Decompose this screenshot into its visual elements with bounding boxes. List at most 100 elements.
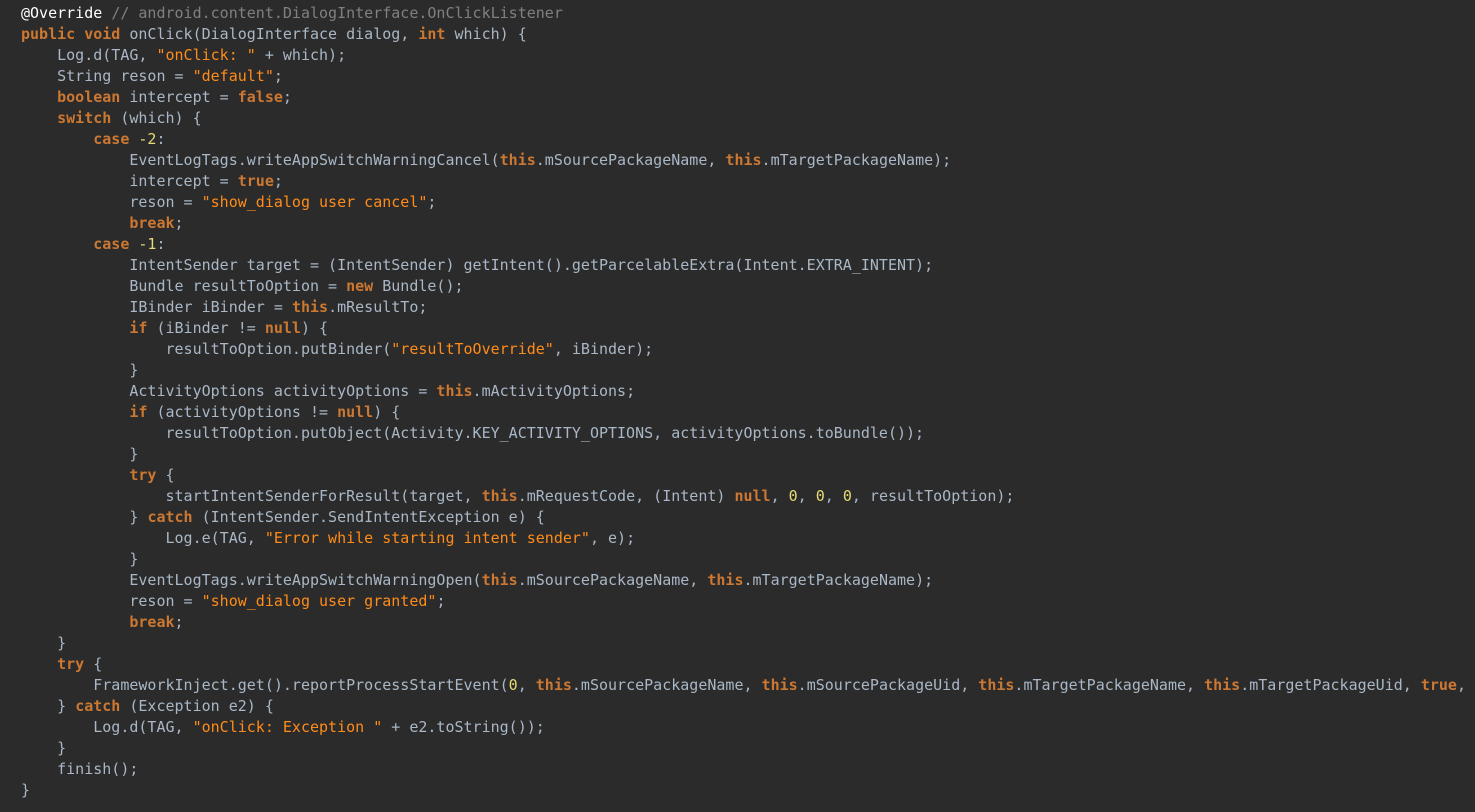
code-line: resultToOption.putObject(Activity.KEY_AC…: [21, 423, 1475, 444]
keyword-token: break: [129, 214, 175, 232]
code-text: .mRequestCode, (Intent): [517, 487, 735, 505]
code-text: .mActivityOptions;: [472, 382, 636, 400]
code-line: intercept = true;: [21, 171, 1475, 192]
keyword-token: this: [1204, 676, 1241, 694]
code-line: String reson = "default";: [21, 66, 1475, 87]
code-text: ,: [797, 487, 816, 505]
keyword-token: this: [291, 298, 329, 316]
code-line: reson = "show_dialog user granted";: [21, 591, 1475, 612]
code-line: case -2:: [21, 129, 1475, 150]
code-text: ) {: [300, 319, 329, 337]
code-line: switch (which) {: [21, 108, 1475, 129]
number-literal: 0: [815, 487, 825, 505]
code-text: EventLogTags.writeAppSwitchWarningCancel…: [21, 151, 500, 169]
code-text: intercept =: [120, 88, 238, 106]
code-text: }: [21, 361, 139, 379]
code-text: Log.d(TAG,: [21, 46, 157, 64]
code-text: resultToOption.putObject(Activity.KEY_AC…: [21, 424, 925, 442]
string-literal: "resultToOverride": [391, 340, 554, 358]
code-text: }: [21, 739, 67, 757]
code-line: }: [21, 780, 1475, 801]
code-text: intercept =: [21, 172, 238, 190]
code-text: Bundle resultToOption =: [21, 277, 347, 295]
code-editor[interactable]: @Override // android.content.DialogInter…: [0, 0, 1475, 812]
code-text: ;: [436, 592, 446, 610]
code-block: @Override // android.content.DialogInter…: [21, 3, 1475, 801]
comment-token: // android.content.DialogInterface.OnCli…: [111, 4, 563, 22]
keyword-token: try: [129, 466, 157, 484]
code-text: ;: [282, 88, 292, 106]
code-text: }: [21, 508, 148, 526]
string-literal: "default": [192, 67, 274, 85]
code-line: Log.d(TAG, "onClick: " + which);: [21, 45, 1475, 66]
string-literal: "onClick: ": [156, 46, 256, 64]
code-text: which) {: [445, 25, 527, 43]
code-text: }: [21, 634, 67, 652]
code-line: reson = "show_dialog user cancel";: [21, 192, 1475, 213]
code-line: } catch (Exception e2) {: [21, 696, 1475, 717]
keyword-token: this: [761, 676, 798, 694]
code-text: .mTargetPackageUid,: [1240, 676, 1421, 694]
keyword-token: null: [264, 319, 301, 337]
code-text: , resultToOption);: [851, 487, 1015, 505]
code-text: ,: [824, 487, 843, 505]
code-line: IBinder iBinder = this.mResultTo;: [21, 297, 1475, 318]
keyword-token: catch: [147, 508, 193, 526]
keyword-token: true: [1420, 676, 1457, 694]
code-line: Log.d(TAG, "onClick: Exception " + e2.to…: [21, 717, 1475, 738]
keyword-token: boolean: [57, 88, 121, 106]
code-text: EventLogTags.writeAppSwitchWarningOpen(: [21, 571, 482, 589]
keyword-token: int: [418, 25, 446, 43]
code-line: Bundle resultToOption = new Bundle();: [21, 276, 1475, 297]
code-text: ,: [517, 676, 536, 694]
code-text: .mSourcePackageName,: [571, 676, 762, 694]
annotation-token: @Override: [21, 4, 103, 22]
code-text: ;: [273, 67, 283, 85]
code-text: ;: [273, 172, 283, 190]
code-text: (IntentSender.SendIntentException e) {: [192, 508, 545, 526]
code-line: finish();: [21, 759, 1475, 780]
code-text: onClick(DialogInterface dialog,: [120, 25, 419, 43]
code-text: }: [21, 550, 139, 568]
code-line: }: [21, 444, 1475, 465]
keyword-token: this: [978, 676, 1015, 694]
keyword-token: null: [734, 487, 771, 505]
keyword-token: catch: [75, 697, 121, 715]
number-literal: 0: [788, 487, 798, 505]
code-line: FrameworkInject.get().reportProcessStart…: [21, 675, 1475, 696]
code-line: }: [21, 360, 1475, 381]
code-text: , iBinder);: [553, 340, 654, 358]
keyword-token: void: [84, 25, 121, 43]
code-text: String reson =: [21, 67, 193, 85]
keyword-token: case: [93, 130, 130, 148]
code-text: ;: [427, 193, 437, 211]
code-line: IntentSender target = (IntentSender) get…: [21, 255, 1475, 276]
code-line: EventLogTags.writeAppSwitchWarningCancel…: [21, 150, 1475, 171]
string-literal: "Error while starting intent sender": [264, 529, 590, 547]
keyword-token: null: [337, 403, 374, 421]
code-text: IntentSender target = (IntentSender) get…: [21, 256, 934, 274]
keyword-token: new: [346, 277, 374, 295]
string-literal: "show_dialog user cancel": [201, 193, 428, 211]
code-text: .mResultTo;: [328, 298, 428, 316]
code-text: (which) {: [111, 109, 202, 127]
keyword-token: this: [535, 676, 572, 694]
code-text: {: [84, 655, 103, 673]
keyword-token: if: [129, 319, 148, 337]
keyword-token: if: [129, 403, 148, 421]
keyword-token: this: [725, 151, 762, 169]
keyword-token: case: [93, 235, 130, 253]
code-line: Log.e(TAG, "Error while starting intent …: [21, 528, 1475, 549]
code-text: finish();: [21, 760, 139, 778]
code-text: FrameworkInject.get().reportProcessStart…: [21, 676, 509, 694]
code-line: }: [21, 738, 1475, 759]
code-text: Log.e(TAG,: [21, 529, 265, 547]
keyword-token: true: [237, 172, 274, 190]
